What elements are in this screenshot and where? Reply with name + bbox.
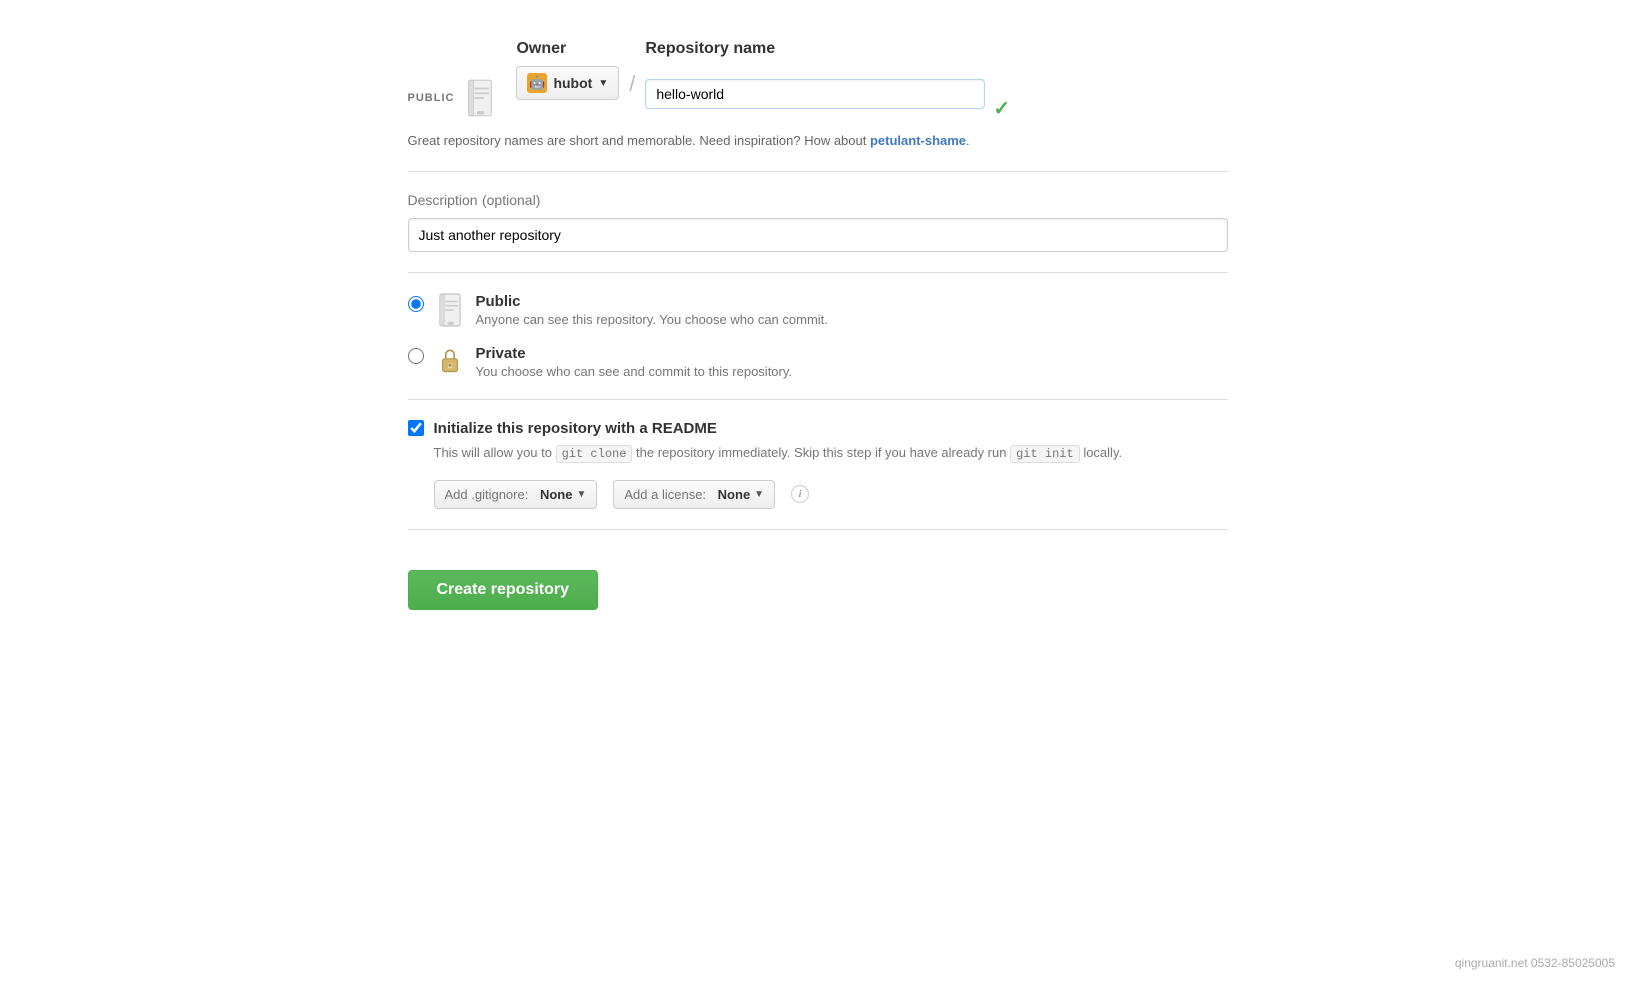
gitignore-arrow: ▼ (576, 489, 586, 500)
divider-4 (408, 529, 1228, 530)
owner-name: hubot (553, 75, 592, 91)
gitignore-label: Add .gitignore: (445, 487, 529, 502)
owner-dropdown-arrow: ▼ (598, 78, 608, 89)
readme-section: Initialize this repository with a README… (408, 420, 1228, 509)
private-text: Private You choose who can see and commi… (476, 345, 793, 379)
divider-3 (408, 399, 1228, 400)
license-arrow: ▼ (754, 489, 764, 500)
public-option: Public Anyone can see this repository. Y… (408, 293, 1228, 327)
owner-repo-separator: / (619, 68, 645, 121)
repo-icon (464, 79, 496, 117)
gitignore-value: None (540, 487, 573, 502)
readme-description: This will allow you to git clone the rep… (434, 443, 1228, 464)
readme-label: Initialize this repository with a README (434, 420, 717, 437)
description-label: Description (optional) (408, 192, 1228, 210)
visibility-section: Public Anyone can see this repository. Y… (408, 293, 1228, 379)
create-repository-button[interactable]: Create repository (408, 570, 599, 610)
repo-name-valid-icon: ✓ (993, 96, 1010, 121)
license-dropdown[interactable]: Add a license: None ▼ (613, 480, 775, 509)
license-label: Add a license: (624, 487, 706, 502)
repo-name-input[interactable] (645, 79, 985, 109)
public-text: Public Anyone can see this repository. Y… (476, 293, 828, 327)
owner-label: Owner (516, 40, 619, 58)
divider-2 (408, 272, 1228, 273)
owner-dropdown[interactable]: 🤖 hubot ▼ (516, 66, 619, 100)
watermark: qingruanit.net 0532-85025005 (1455, 956, 1615, 970)
git-init-code: git init (1010, 445, 1080, 463)
reponame-label: Repository name (645, 40, 1010, 58)
private-radio[interactable] (408, 348, 424, 364)
suggestion-link[interactable]: petulant-shame (870, 133, 966, 148)
public-radio[interactable] (408, 296, 424, 312)
extra-options-row: Add .gitignore: None ▼ Add a license: No… (434, 480, 1228, 509)
public-badge: PUBLIC (408, 92, 455, 104)
divider-1 (408, 171, 1228, 172)
private-repo-icon (436, 345, 464, 379)
public-repo-icon (436, 293, 464, 327)
repo-name-hint: Great repository names are short and mem… (408, 131, 1228, 151)
private-option: Private You choose who can see and commi… (408, 345, 1228, 379)
owner-avatar: 🤖 (527, 73, 547, 93)
git-clone-code: git clone (556, 445, 633, 463)
gitignore-dropdown[interactable]: Add .gitignore: None ▼ (434, 480, 598, 509)
description-input[interactable] (408, 218, 1228, 252)
readme-checkbox[interactable] (408, 420, 424, 436)
license-value: None (718, 487, 751, 502)
info-icon[interactable]: i (791, 485, 809, 503)
